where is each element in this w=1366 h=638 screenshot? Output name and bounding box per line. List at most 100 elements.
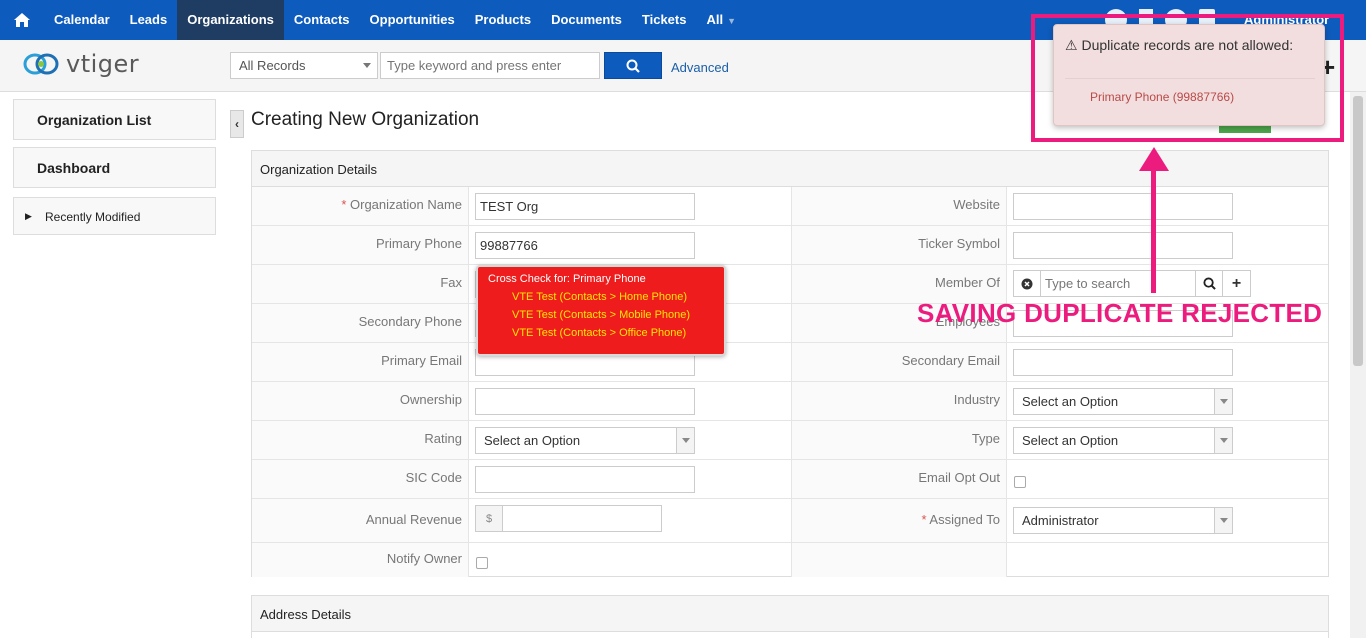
assigned-to-cell: Administrator xyxy=(1007,499,1328,542)
search-icon[interactable] xyxy=(1196,271,1223,296)
notify-owner-checkbox[interactable] xyxy=(476,557,488,569)
website-cell xyxy=(1007,187,1328,225)
email-opt-out-cell xyxy=(1007,460,1328,498)
email-opt-out-label: Email Opt Out xyxy=(792,460,1007,498)
secondary-email-label: Secondary Email xyxy=(792,343,1007,381)
cross-check-tooltip: Cross Check for: Primary Phone VTE Test … xyxy=(476,265,726,356)
org-name-cell: TEST Org xyxy=(469,187,792,225)
form-row: Primary Email Secondary Email xyxy=(252,343,1328,382)
recently-modified-toggle[interactable]: ▶ Recently Modified xyxy=(13,197,216,235)
record-filter-select[interactable]: All Records xyxy=(230,52,378,79)
notify-owner-label: Notify Owner xyxy=(252,543,469,577)
nav-contacts[interactable]: Contacts xyxy=(284,0,360,40)
nav-calendar[interactable]: Calendar xyxy=(44,0,120,40)
cross-check-match[interactable]: VTE Test (Contacts > Home Phone) xyxy=(512,291,687,303)
recently-modified-label: Recently Modified xyxy=(45,210,141,224)
primary-phone-cell: 99887766 xyxy=(469,226,792,264)
organization-list-button[interactable]: Organization List xyxy=(13,99,216,140)
primary-phone-input[interactable]: 99887766 xyxy=(475,232,695,259)
annotation-arrow xyxy=(1151,165,1156,293)
nav-organizations[interactable]: Organizations xyxy=(177,0,284,40)
logo-icon xyxy=(23,53,59,75)
search-button[interactable] xyxy=(604,52,662,79)
match-name: VTE Test xyxy=(512,309,557,321)
match-where: Contacts > Office Phone xyxy=(563,327,683,339)
match-where: Contacts > Mobile Phone xyxy=(563,309,687,321)
dropdown-arrow-icon xyxy=(676,428,694,453)
assigned-to-value: Administrator xyxy=(1022,513,1099,528)
dashboard-button[interactable]: Dashboard xyxy=(13,147,216,188)
address-details-section: Address Details xyxy=(251,595,1329,638)
ownership-cell xyxy=(469,382,792,420)
assigned-to-select[interactable]: Administrator xyxy=(1013,507,1233,534)
type-select[interactable]: Select an Option xyxy=(1013,427,1233,454)
annual-revenue-field[interactable]: $ xyxy=(475,505,662,532)
rating-cell: Select an Option xyxy=(469,421,792,459)
vtiger-logo[interactable]: vtiger xyxy=(22,50,139,78)
form-row: SIC Code Email Opt Out xyxy=(252,460,1328,499)
nav-opportunities[interactable]: Opportunities xyxy=(360,0,465,40)
form-row: * Organization Name TEST Org Website xyxy=(252,187,1328,226)
secondary-email-cell xyxy=(1007,343,1328,381)
match-name: VTE Test xyxy=(512,291,557,303)
nav-all[interactable]: All ▼ xyxy=(696,0,746,40)
member-of-input[interactable]: Type to search xyxy=(1041,271,1196,296)
required-marker: * xyxy=(341,197,350,212)
rating-label: Rating xyxy=(252,421,469,459)
nav-all-label: All xyxy=(706,12,724,27)
form-row: Notify Owner xyxy=(252,543,1328,577)
form-row: Primary Phone 99887766 Ticker Symbol xyxy=(252,226,1328,265)
nav-tickets[interactable]: Tickets xyxy=(632,0,697,40)
annotation-text: SAVING DUPLICATE REJECTED xyxy=(917,298,1323,328)
fax-label: Fax xyxy=(252,265,469,303)
form-row: Ownership Industry Select an Option xyxy=(252,382,1328,421)
section-title: Address Details xyxy=(252,596,1328,632)
nav-products[interactable]: Products xyxy=(465,0,541,40)
add-icon[interactable]: + xyxy=(1223,271,1250,296)
chevron-down-icon: ▼ xyxy=(727,16,737,26)
ticker-symbol-label: Ticker Symbol xyxy=(792,226,1007,264)
empty-value-cell xyxy=(1007,543,1328,577)
annual-revenue-cell: $ xyxy=(469,499,792,542)
cross-check-match[interactable]: VTE Test (Contacts > Office Phone) xyxy=(512,327,686,339)
logo-text: vtiger xyxy=(66,50,140,78)
currency-symbol: $ xyxy=(476,506,503,531)
cross-check-match[interactable]: VTE Test (Contacts > Mobile Phone) xyxy=(512,309,690,321)
nav-leads[interactable]: Leads xyxy=(120,0,178,40)
triangle-right-icon: ▶ xyxy=(25,211,32,221)
dropdown-arrow-icon xyxy=(1214,508,1232,533)
org-name-label-text: Organization Name xyxy=(350,197,462,212)
record-filter-value: All Records xyxy=(239,58,306,73)
empty-label-cell xyxy=(792,543,1007,577)
ticker-symbol-input[interactable] xyxy=(1013,232,1233,259)
caret-down-icon xyxy=(363,63,371,68)
industry-value: Select an Option xyxy=(1022,394,1119,409)
secondary-phone-label: Secondary Phone xyxy=(252,304,469,342)
primary-email-label: Primary Email xyxy=(252,343,469,381)
industry-label: Industry xyxy=(792,382,1007,420)
notify-owner-cell xyxy=(469,543,792,577)
collapse-sidebar-icon[interactable]: ‹ xyxy=(230,110,244,138)
nav-documents[interactable]: Documents xyxy=(541,0,632,40)
advanced-search-link[interactable]: Advanced xyxy=(671,60,729,75)
ownership-label: Ownership xyxy=(252,382,469,420)
website-input[interactable] xyxy=(1013,193,1233,220)
industry-select[interactable]: Select an Option xyxy=(1013,388,1233,415)
clear-icon[interactable] xyxy=(1014,271,1041,296)
org-name-label: * Organization Name xyxy=(252,187,469,225)
ownership-input[interactable] xyxy=(475,388,695,415)
home-icon[interactable] xyxy=(0,0,44,40)
assigned-to-label-text: Assigned To xyxy=(929,512,1000,527)
dropdown-arrow-icon xyxy=(1214,428,1232,453)
annotation-highlight-box xyxy=(1031,14,1344,142)
secondary-email-input[interactable] xyxy=(1013,349,1233,376)
organization-details-section: Organization Details * Organization Name… xyxy=(251,150,1329,577)
cross-check-title: Cross Check for: Primary Phone xyxy=(488,273,646,285)
sic-code-input[interactable] xyxy=(475,466,695,493)
email-opt-out-checkbox[interactable] xyxy=(1014,476,1026,488)
org-name-input[interactable]: TEST Org xyxy=(475,193,695,220)
search-input[interactable] xyxy=(380,52,600,79)
scrollbar-thumb[interactable] xyxy=(1353,96,1363,366)
match-where: Contacts > Home Phone xyxy=(563,291,684,303)
rating-select[interactable]: Select an Option xyxy=(475,427,695,454)
